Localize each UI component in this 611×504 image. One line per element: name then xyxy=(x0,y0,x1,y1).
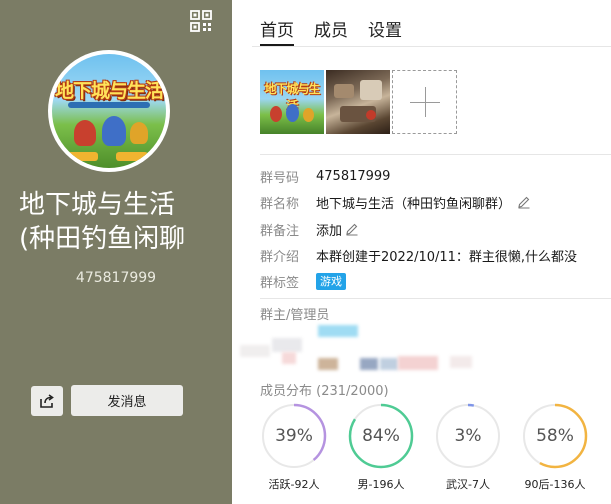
info-row-remark: 群备注 添加 xyxy=(260,219,359,239)
avatar-character xyxy=(130,122,148,144)
add-photo-button[interactable] xyxy=(392,70,457,134)
admin-avatar-blur xyxy=(282,352,296,364)
info-label: 群标签 xyxy=(260,275,300,291)
info-label: 群号码 xyxy=(260,170,300,186)
ring-caption: 90后-136人 xyxy=(524,478,586,491)
ring-percent: 3% xyxy=(454,426,482,446)
admin-section-label: 群主/管理员 xyxy=(260,308,330,323)
admin-avatar-blur xyxy=(398,356,438,370)
share-icon xyxy=(40,394,54,408)
send-message-button[interactable]: 发消息 xyxy=(71,385,183,416)
admin-avatar-blur xyxy=(272,338,302,352)
avatar-image: 地下城与生活 xyxy=(52,54,166,168)
member-distribution-label: 成员分布 (231/2000) xyxy=(260,380,389,399)
avatar-button-shape xyxy=(116,152,148,161)
ring-percent: 84% xyxy=(362,426,400,446)
photo-shape xyxy=(366,110,376,120)
info-row-tag: 群标签 游戏 xyxy=(260,271,346,291)
photo-shape xyxy=(334,84,354,98)
photo-character xyxy=(270,106,282,122)
info-row-name: 群名称 地下城与生活（种田钓鱼闲聊群） xyxy=(260,192,531,212)
info-row-intro: 群介绍 本群创建于2022/10/11：群主很懒,什么都没 xyxy=(260,245,611,265)
admin-avatar-blur xyxy=(318,325,358,337)
admin-avatar-blur xyxy=(450,356,472,368)
group-intro-value: 本群创建于2022/10/11：群主很懒,什么都没 xyxy=(316,249,578,265)
distribution-ring[interactable]: 58% xyxy=(522,403,588,469)
pencil-icon[interactable] xyxy=(345,222,359,236)
ring-caption: 男-196人 xyxy=(357,478,405,491)
pencil-icon[interactable] xyxy=(517,195,531,209)
info-label: 群备注 xyxy=(260,223,300,239)
share-button[interactable] xyxy=(31,386,63,416)
admin-avatar-blur xyxy=(318,358,338,370)
photo-character xyxy=(303,108,314,122)
distribution-title: 成员分布 xyxy=(260,384,313,399)
distribution-ring[interactable]: 84% xyxy=(348,403,414,469)
info-label: 群介绍 xyxy=(260,249,300,265)
tab-home[interactable]: 首页 xyxy=(260,20,294,46)
ring-percent: 39% xyxy=(275,426,313,446)
admin-avatar-blur xyxy=(240,345,270,357)
group-id: 475817999 xyxy=(75,270,157,286)
avatar-logo-text: 地下城与生活 xyxy=(54,80,164,102)
tab-divider xyxy=(252,46,611,47)
group-avatar[interactable]: 地下城与生活 xyxy=(48,50,170,172)
avatar-banner xyxy=(68,102,150,108)
info-row-number: 群号码 475817999 xyxy=(260,166,390,186)
divider xyxy=(260,154,611,155)
distribution-ring[interactable]: 39% xyxy=(261,403,327,469)
ring-percent: 58% xyxy=(536,426,574,446)
tag-badge[interactable]: 游戏 xyxy=(316,272,346,290)
tab-bar: 首页 成员 设置 xyxy=(260,20,422,48)
group-name-line1: 地下城与生活 xyxy=(19,190,176,220)
member-count: (231/2000) xyxy=(316,384,389,399)
group-profile-panel: 地下城与生活 地下城与生活 (种田钓鱼闲聊 475817999 发消息 xyxy=(0,0,232,504)
avatar-character xyxy=(102,116,126,146)
ring-caption: 活跃-92人 xyxy=(268,478,320,491)
avatar-button-shape xyxy=(66,152,98,161)
group-name-line2: (种田钓鱼闲聊 xyxy=(19,224,186,254)
ring-caption: 武汉-7人 xyxy=(446,478,490,491)
group-name-value: 地下城与生活（种田钓鱼闲聊群） xyxy=(316,196,512,212)
avatar-character xyxy=(74,120,96,146)
divider xyxy=(260,298,611,299)
group-photo-2[interactable] xyxy=(326,70,390,134)
group-photo-1[interactable]: 地下城与生活 xyxy=(260,70,324,134)
info-label: 群名称 xyxy=(260,196,300,212)
distribution-ring[interactable]: 3% xyxy=(435,403,501,469)
group-number-value: 475817999 xyxy=(316,168,391,184)
qr-code-icon[interactable] xyxy=(190,10,212,32)
admin-avatar-blur xyxy=(380,358,398,370)
admin-avatar-blur xyxy=(360,358,378,370)
add-remark-link[interactable]: 添加 xyxy=(316,220,342,239)
photo-character xyxy=(286,104,299,122)
tab-settings[interactable]: 设置 xyxy=(368,20,402,46)
tab-members[interactable]: 成员 xyxy=(314,20,348,46)
photo-shape xyxy=(360,80,382,100)
